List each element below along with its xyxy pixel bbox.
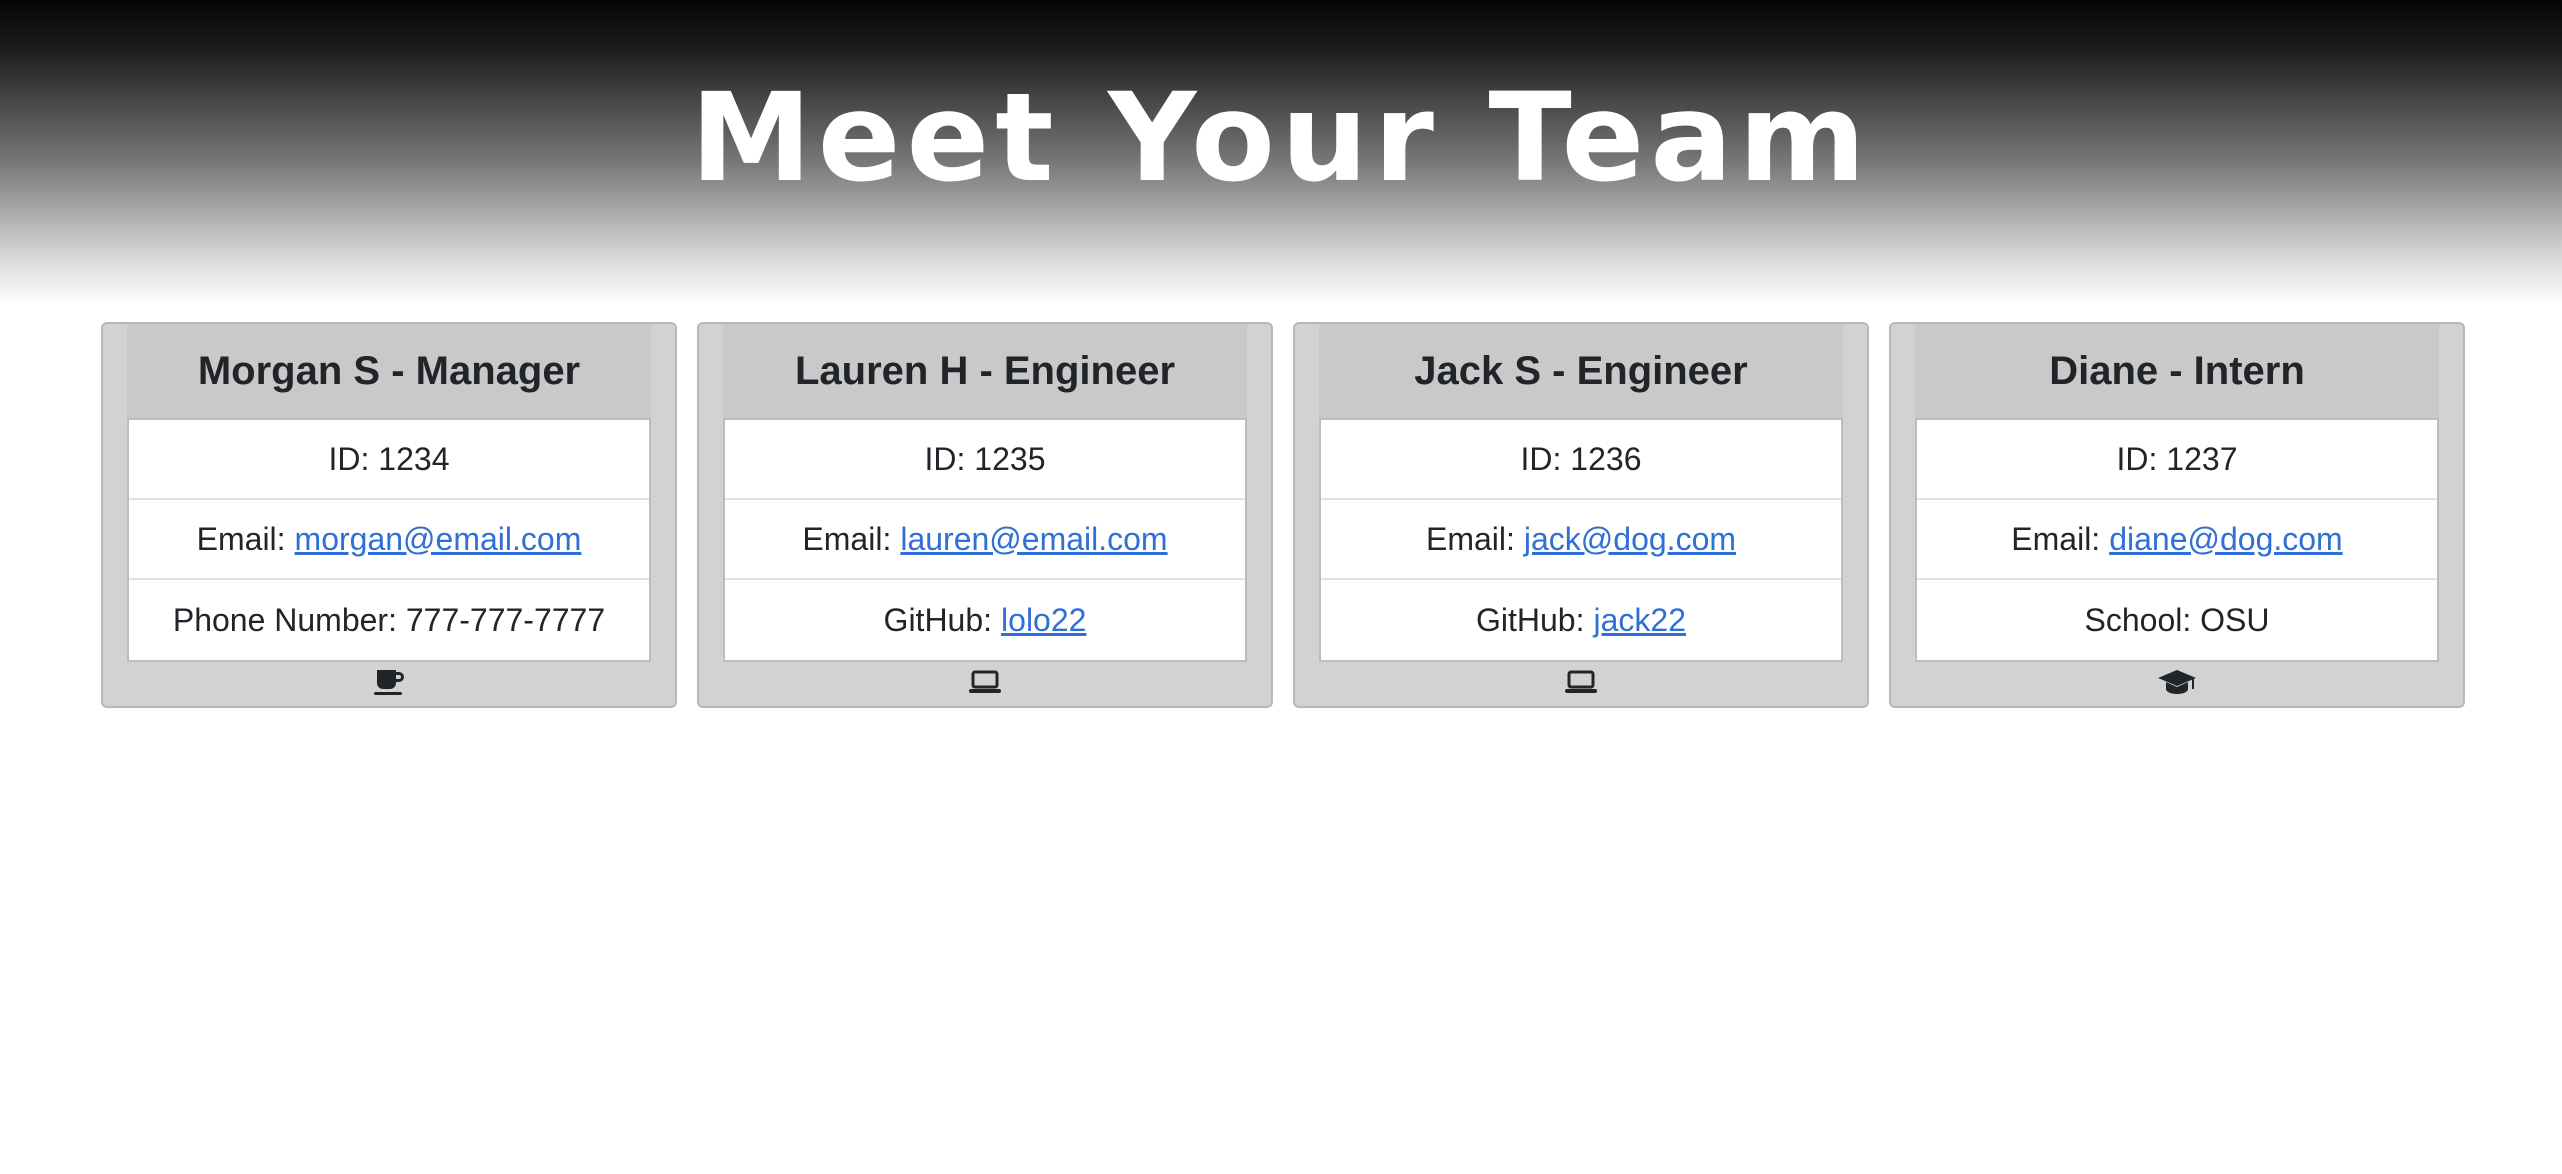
card-header: Diane - Intern [1915,324,2439,418]
card-header: Jack S - Engineer [1319,324,1843,418]
card-details: ID: 1234 Email: morgan@email.com Phone N… [127,418,651,662]
email-link[interactable]: lauren@email.com [900,521,1167,558]
employee-email: Email: diane@dog.com [1917,500,2437,580]
card-details: ID: 1236 Email: jack@dog.com GitHub: jac… [1319,418,1843,662]
office-phone: Phone Number: 777-777-7777 [172,601,606,638]
card-manager: Morgan S - Manager ID: 1234 Email: morga… [101,322,677,708]
employee-id: ID: 1236 [1321,420,1841,500]
card-engineer: Jack S - Engineer ID: 1236 Email: jack@d… [1293,322,1869,708]
employee-id: ID: 1235 [725,420,1245,500]
card-intern: Diane - Intern ID: 1237 Email: diane@dog… [1889,322,2465,708]
employee-email: Email: lauren@email.com [725,500,1245,580]
card-details: ID: 1237 Email: diane@dog.com School: OS… [1915,418,2439,662]
laptop-icon [968,662,1002,702]
coffee-icon [372,662,406,702]
school-row: School: OSU [2084,601,2270,638]
email-link[interactable]: morgan@email.com [295,521,582,558]
graduation-cap-icon [2156,662,2198,702]
laptop-icon [1564,662,1598,702]
email-label: Email: [2011,520,2101,557]
employee-email: Email: jack@dog.com [1321,500,1841,580]
team-cards: Morgan S - Manager ID: 1234 Email: morga… [101,322,2465,710]
email-label: Email: [196,520,286,557]
card-engineer: Lauren H - Engineer ID: 1235 Email: laur… [697,322,1273,708]
github-label: GitHub: [883,601,993,638]
page-header: Meet Your Team [0,0,2562,300]
email-label: Email: [1425,520,1515,557]
github-link[interactable]: lolo22 [1001,602,1086,639]
github-row: GitHub: jack22 [1321,580,1841,660]
employee-email: Email: morgan@email.com [129,500,649,580]
card-header: Lauren H - Engineer [723,324,1247,418]
github-row: GitHub: lolo22 [725,580,1245,660]
employee-id: ID: 1237 [1917,420,2437,500]
page-title: Meet Your Team [690,67,1872,209]
employee-id: ID: 1234 [129,420,649,500]
email-link[interactable]: jack@dog.com [1524,521,1736,558]
github-link[interactable]: jack22 [1593,602,1686,639]
card-details: ID: 1235 Email: lauren@email.com GitHub:… [723,418,1247,662]
card-header: Morgan S - Manager [127,324,651,418]
email-label: Email: [802,520,892,557]
email-link[interactable]: diane@dog.com [2109,521,2343,558]
github-label: GitHub: [1476,601,1585,638]
